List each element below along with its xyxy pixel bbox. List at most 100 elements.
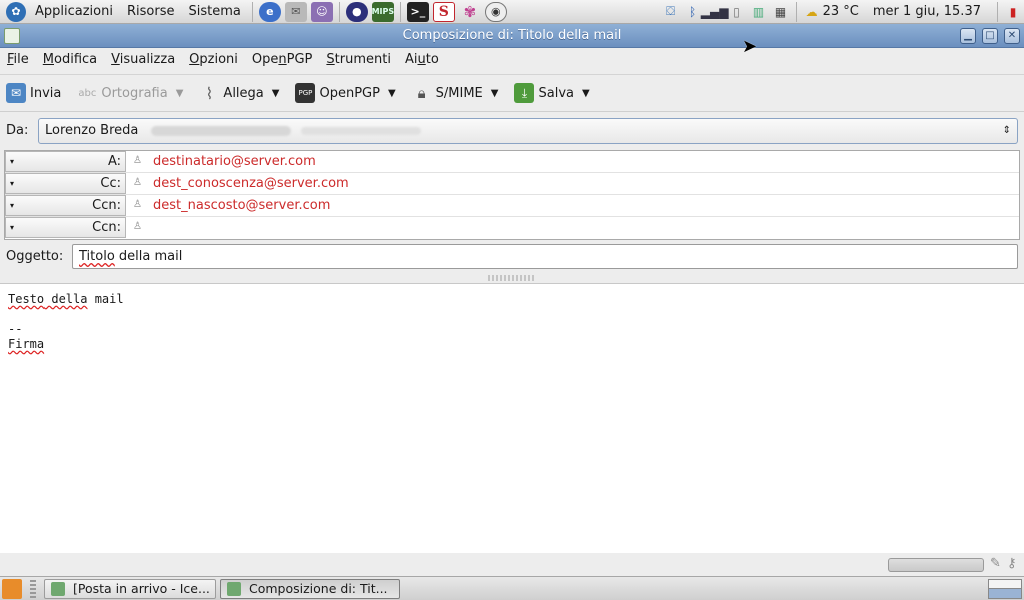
smime-button[interactable]: 🔒︎ S/MIME ▼: [412, 78, 499, 108]
maximize-icon[interactable]: □: [982, 28, 998, 44]
compose-icon: [227, 581, 241, 596]
minimize-icon[interactable]: ▁: [960, 28, 976, 44]
send-icon: ✉: [6, 83, 26, 103]
recipient-row: ▾ Ccn: ♙ dest_nascosto@server.com: [5, 195, 1019, 217]
panel-separator: [795, 1, 797, 22]
pidgin-icon[interactable]: ☺: [310, 1, 333, 22]
logout-icon[interactable]: ▮: [1004, 3, 1022, 21]
network-icon[interactable]: ⛋: [662, 3, 680, 21]
pgp-lock-icon: PGP: [295, 83, 316, 103]
body-line: [8, 307, 1016, 322]
recipient-address-input[interactable]: [153, 217, 1013, 238]
person-icon: ♙: [133, 177, 142, 188]
subject-word: Titolo: [79, 249, 115, 264]
lock-icon: 🔒︎: [417, 84, 426, 102]
recipient-type-select[interactable]: ▾ Cc:: [5, 173, 126, 194]
recipient-row: ▾ Ccn: ♙: [5, 217, 1019, 239]
window-title: Composizione di: Titolo della mail: [402, 28, 622, 43]
recipient-type-label: Ccn:: [92, 220, 121, 235]
chevron-down-icon: ▼: [490, 87, 499, 99]
task-inbox[interactable]: [Posta in arrivo - Ice...: [44, 578, 216, 599]
close-icon[interactable]: ✕: [1004, 28, 1020, 44]
recipient-type-select[interactable]: ▾ Ccn:: [5, 195, 126, 216]
chevron-down-icon: ▼: [271, 87, 280, 99]
eclipse-icon[interactable]: ●: [345, 1, 368, 22]
workspace-1[interactable]: [989, 579, 1021, 589]
workspace-switcher[interactable]: [988, 578, 1022, 599]
chevron-down-icon: ▾: [10, 223, 15, 232]
panel-separator: [399, 1, 401, 22]
flower-icon[interactable]: ✾: [459, 2, 481, 22]
openpgp-label: OpenPGP: [319, 85, 380, 101]
openpgp-button[interactable]: PGP OpenPGP ▼: [295, 78, 396, 108]
bottom-taskbar: [Posta in arrivo - Ice... Composizione d…: [0, 576, 1024, 600]
menu-file[interactable]: File: [0, 48, 36, 72]
recipient-type-select[interactable]: ▾ A:: [5, 151, 126, 172]
webcam-icon[interactable]: ◉: [484, 1, 507, 22]
menu-edit[interactable]: Modifica: [36, 48, 104, 72]
bluetooth-icon[interactable]: ᛒ: [684, 3, 702, 21]
show-desktop-icon[interactable]: [2, 578, 22, 599]
gnome-foot-icon[interactable]: ✿: [6, 1, 26, 22]
ie-icon[interactable]: e: [258, 1, 281, 22]
s-icon[interactable]: S: [432, 1, 455, 22]
from-select[interactable]: Lorenzo Breda ⇕: [38, 118, 1018, 144]
save-button[interactable]: ⤓ Salva ▼: [514, 78, 590, 108]
signal-bars-icon[interactable]: ▂▄▆: [701, 3, 729, 21]
spellcheck-icon: abc: [78, 87, 97, 99]
device-icon[interactable]: ▥: [750, 3, 768, 21]
send-button[interactable]: ✉ Invia: [6, 78, 61, 108]
subject-label: Oggetto:: [6, 249, 64, 264]
panel-menu-places[interactable]: Risorse: [120, 0, 182, 24]
pgp-badge: PGP: [298, 89, 313, 97]
workspace-2[interactable]: [989, 589, 1021, 598]
progress-bar: [888, 558, 984, 572]
splitter-grip[interactable]: [488, 275, 536, 281]
spelling-label: Ortografia: [101, 85, 168, 101]
weather-icon[interactable]: ☁: [803, 3, 821, 21]
window-titlebar[interactable]: Composizione di: Titolo della mail ▁ □ ✕: [0, 24, 1024, 48]
recipient-type-label: Cc:: [100, 176, 121, 191]
recipient-address[interactable]: dest_nascosto@server.com: [153, 195, 330, 216]
clock[interactable]: mer 1 giu, 15.37: [873, 4, 981, 19]
key-icon: ⚷: [1007, 556, 1017, 571]
weather-temp[interactable]: 23 °C: [823, 4, 859, 19]
panel-separator: [997, 1, 998, 22]
chip-icon[interactable]: ▦: [772, 3, 790, 21]
from-email-blurred: [300, 126, 421, 135]
signature-separator: --: [8, 322, 23, 336]
paperclip-icon: ⌇: [205, 83, 214, 103]
recipient-type-label: Ccn:: [92, 198, 121, 213]
status-bar: ✎ ⚷: [0, 553, 1024, 575]
menu-help[interactable]: Aiuto: [398, 48, 446, 72]
menu-view[interactable]: Visualizza: [104, 48, 182, 72]
subject-input[interactable]: Titolo della mail: [72, 244, 1018, 269]
panel-menu-applications[interactable]: Applicazioni: [28, 0, 120, 24]
mips-icon[interactable]: MIPS: [372, 1, 394, 22]
spelling-button[interactable]: abc Ortografia ▼: [77, 78, 183, 108]
message-body-editor[interactable]: Testo della mail -- Firma: [0, 283, 1024, 553]
attach-button[interactable]: ⌇ Allega ▼: [199, 78, 280, 108]
updown-arrows-icon: ⇕: [1002, 125, 1011, 136]
terminal-icon[interactable]: >_: [406, 1, 429, 22]
chevron-down-icon: ▾: [10, 179, 15, 188]
recipient-address[interactable]: destinatario@server.com: [153, 151, 316, 172]
mail-icon[interactable]: ✉: [284, 1, 307, 22]
recipient-type-select[interactable]: ▾ Ccn:: [5, 217, 126, 238]
battery-icon[interactable]: ▯: [728, 3, 746, 21]
task-compose[interactable]: Composizione di: Tit...: [220, 578, 400, 599]
save-icon: ⤓: [514, 83, 535, 103]
panel-separator: [338, 1, 340, 22]
menu-options[interactable]: Opzioni: [182, 48, 245, 72]
s-label: S: [438, 3, 449, 20]
from-label: Da:: [6, 123, 29, 138]
panel-menu-system[interactable]: Sistema: [181, 0, 247, 24]
menu-tools[interactable]: Strumenti: [319, 48, 398, 72]
menu-openpgp[interactable]: OpenPGP: [245, 48, 320, 72]
recipient-address[interactable]: dest_conoscenza@server.com: [153, 173, 349, 194]
from-row: Da: Lorenzo Breda ⇕: [0, 116, 1024, 146]
chevron-down-icon: ▼: [175, 87, 184, 99]
panel-separator: [251, 1, 253, 22]
body-line: Testo della mail: [8, 292, 124, 306]
taskbar-grip: [30, 579, 36, 598]
